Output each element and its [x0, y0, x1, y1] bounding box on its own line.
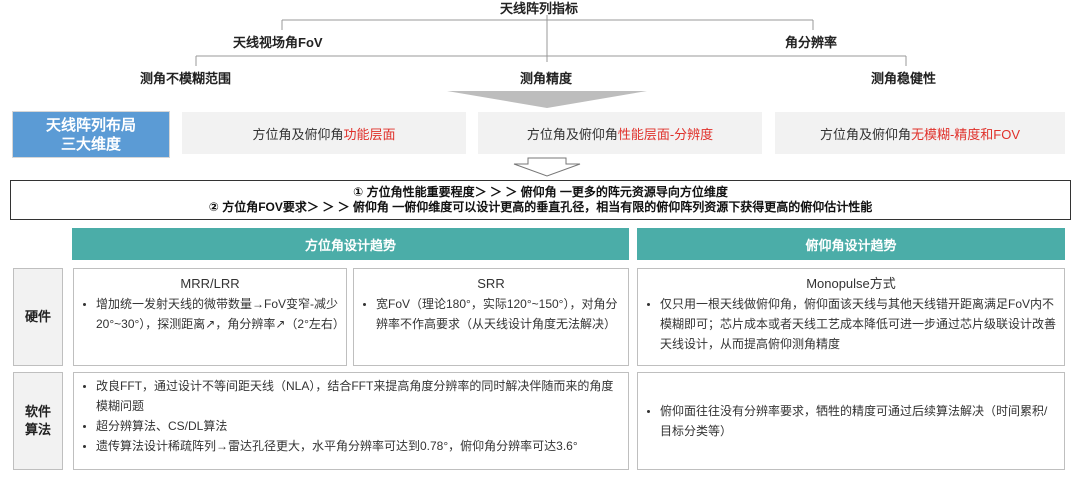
- card-title: Monopulse方式: [806, 276, 896, 291]
- bullet-list: 俯仰面往往没有分辨率要求，牺牲的精度可通过后续算法解决（时间累积/目标分类等）: [638, 401, 1064, 441]
- bullet-list: 增加统一发射天线的微带数量→FoV变窄-减少20°~30°），探测距离↗，角分辨…: [74, 294, 346, 334]
- dimension-item-prefix: 方位角及俯仰角: [819, 126, 911, 142]
- card-title: SRR: [477, 276, 505, 291]
- bullet-list: 改良FFT，通过设计不等间距天线（NLA），结合FFT来提高角度分辨率的同时解决…: [74, 376, 628, 456]
- card-software-azimuth: 改良FFT，通过设计不等间距天线（NLA），结合FFT来提高角度分辨率的同时解决…: [73, 372, 629, 470]
- dimensions-label-line2: 三大维度: [60, 135, 121, 153]
- summary-line-1: ① 方位角性能重要程度＞ ＞ ＞ 俯仰角 一更多的阵元资源导向方位维度: [353, 185, 728, 199]
- dimension-item-highlight: 性能层面-分辨度: [617, 126, 714, 142]
- dimension-item-prefix: 方位角及俯仰角: [252, 126, 344, 142]
- row-label-hardware-text: 硬件: [24, 309, 51, 324]
- tree-node-resolution: 角分辨率: [785, 35, 838, 50]
- bullet-item: 遗传算法设计稀疏阵列→雷达孔径更大，水平角分辨率可达到0.78°，俯仰角分辨率可…: [96, 436, 622, 456]
- hollow-down-arrow: [513, 157, 581, 177]
- bullet-item: 改良FFT，通过设计不等间距天线（NLA），结合FFT来提高角度分辨率的同时解决…: [96, 376, 622, 416]
- dimensions-label-line1: 天线阵列布局: [45, 116, 136, 134]
- bullet-item: 仅只用一根天线做俯仰角，俯仰面该天线与其他天线错开距离满足FoV内不模糊即可；芯…: [660, 294, 1058, 354]
- tree-node-fov: 天线视场角FoV: [233, 35, 323, 50]
- row-label-software: 软件 算法: [13, 372, 63, 470]
- bullet-list: 宽FoV（理论180°，实际120°~150°），对角分辨率不作高要求（从天线设…: [354, 294, 628, 334]
- dimension-item-prefix: 方位角及俯仰角: [526, 126, 618, 142]
- bullet-list: 仅只用一根天线做俯仰角，俯仰面该天线与其他天线错开距离满足FoV内不模糊即可；芯…: [638, 294, 1064, 354]
- card-title: MRR/LRR: [180, 276, 240, 291]
- dimension-item-resolution: 方位角及俯仰角 性能层面-分辨度: [478, 112, 762, 154]
- summary-box: ① 方位角性能重要程度＞ ＞ ＞ 俯仰角 一更多的阵元资源导向方位维度 ② 方位…: [10, 180, 1071, 220]
- bullet-item: 增加统一发射天线的微带数量→FoV变窄-减少20°~30°），探测距离↗，角分辨…: [96, 294, 345, 334]
- tree-leaf-robustness: 测角稳健性: [871, 71, 937, 86]
- row-label-software-line1: 软件: [24, 404, 51, 419]
- bullet-item: 宽FoV（理论180°，实际120°~150°），对角分辨率不作高要求（从天线设…: [376, 294, 622, 334]
- dimension-item-highlight: 无模糊-精度和FOV: [910, 126, 1021, 142]
- header-azimuth-trend: 方位角设计趋势: [72, 228, 629, 260]
- card-software-elevation: 俯仰面往往没有分辨率要求，牺牲的精度可通过后续算法解决（时间累积/目标分类等）: [637, 372, 1065, 470]
- grey-funnel-arrow: [447, 91, 647, 108]
- tree-root: 天线阵列指标: [500, 1, 579, 16]
- dimension-item-accuracy: 方位角及俯仰角 无模糊-精度和FOV: [775, 112, 1065, 154]
- tree-leaf-precision: 测角精度: [520, 71, 573, 86]
- tree-leaf-range: 测角不模糊范围: [140, 71, 232, 86]
- row-label-hardware: 硬件: [13, 268, 63, 366]
- card-monopulse: Monopulse方式 仅只用一根天线做俯仰角，俯仰面该天线与其他天线错开距离满…: [637, 268, 1065, 366]
- card-srr: SRR 宽FoV（理论180°，实际120°~150°），对角分辨率不作高要求（…: [353, 268, 629, 366]
- summary-line-2: ② 方位角FOV要求＞ ＞ ＞ 俯仰角 一俯仰维度可以设计更高的垂直孔径，相当有…: [208, 200, 873, 214]
- bullet-item: 俯仰面往往没有分辨率要求，牺牲的精度可通过后续算法解决（时间累积/目标分类等）: [660, 401, 1058, 441]
- dimension-item-function: 方位角及俯仰角 功能层面: [182, 112, 466, 154]
- card-mrr-lrr: MRR/LRR 增加统一发射天线的微带数量→FoV变窄-减少20°~30°），探…: [73, 268, 347, 366]
- row-label-software-line2: 算法: [24, 422, 51, 437]
- dimensions-label: 天线阵列布局 三大维度: [12, 111, 170, 158]
- header-elevation-trend: 俯仰角设计趋势: [637, 228, 1065, 260]
- bullet-item: 超分辨算法、CS/DL算法: [96, 416, 622, 436]
- dimension-item-highlight: 功能层面: [343, 126, 396, 142]
